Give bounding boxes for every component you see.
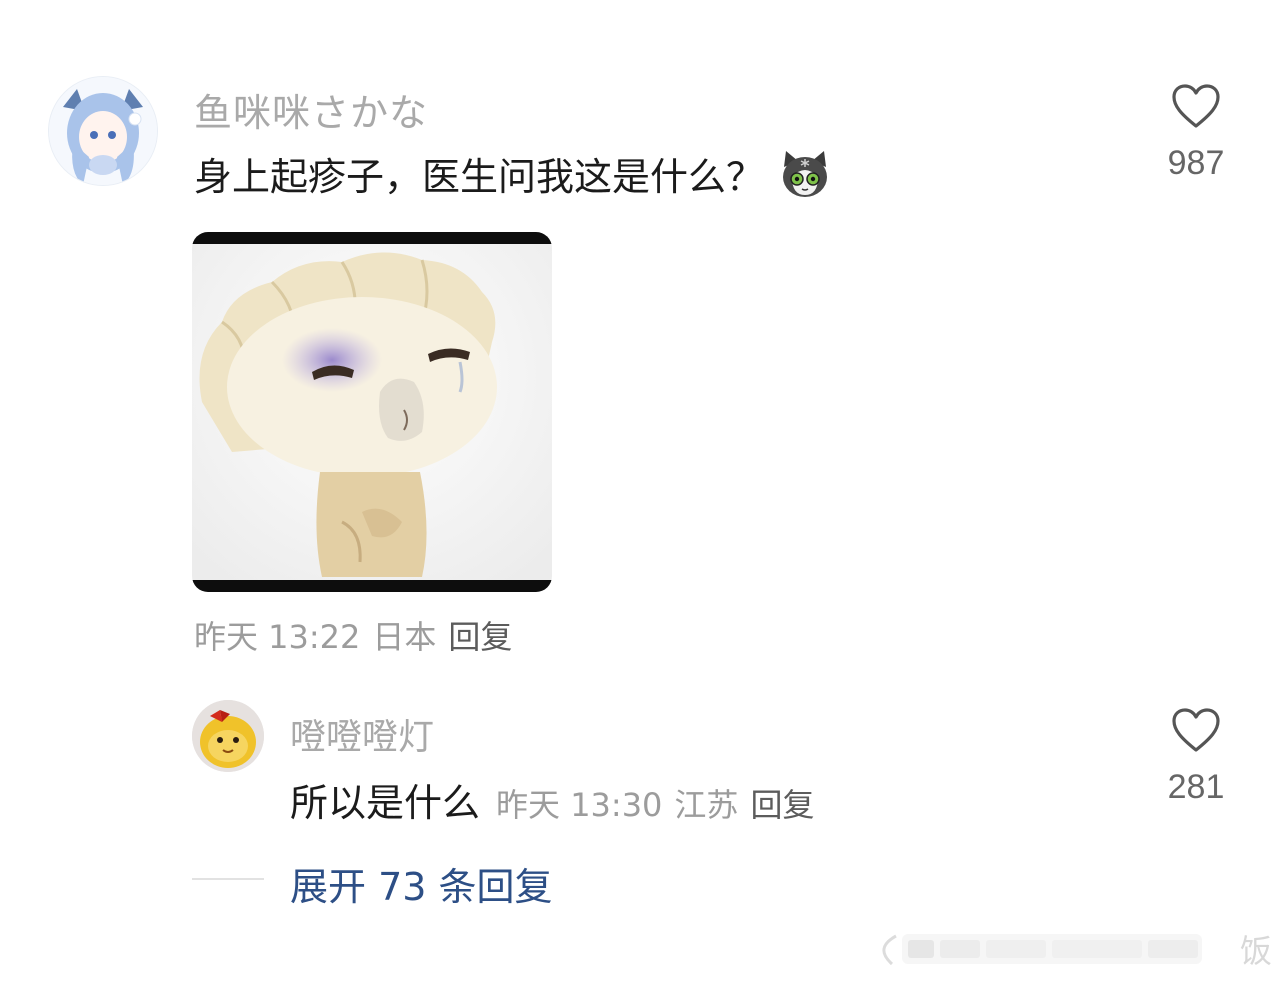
watermark-text: 饭 — [1239, 932, 1272, 970]
comment-image[interactable] — [192, 232, 552, 592]
like-count: 987 — [1167, 144, 1225, 182]
reply-user-avatar[interactable] — [192, 700, 264, 772]
comment-body: 身上起疹子，医生问我这是什么？ — [194, 146, 832, 201]
dumpling-meme-image — [192, 232, 552, 592]
reply-body: 所以是什么 昨天 13:30 江苏 回复 — [290, 772, 826, 827]
comment-location: 日本 — [372, 618, 437, 656]
user-avatar[interactable] — [48, 76, 158, 186]
heart-icon — [1172, 708, 1220, 752]
comment-username[interactable]: 鱼咪咪さかな — [194, 82, 428, 137]
comment-time: 昨天 13:22 — [194, 618, 361, 656]
expand-divider — [192, 878, 264, 880]
plush-toy-avatar-icon — [192, 700, 264, 772]
heart-icon — [1172, 84, 1220, 128]
expand-replies-button[interactable]: 展开 73 条回复 — [290, 856, 553, 911]
like-button[interactable]: 987 — [1156, 84, 1236, 183]
comment-thread: 鱼咪咪さかな 身上起疹子，医生问我这是什么？ 987 昨天 13:22 日本 回… — [0, 0, 1284, 981]
comment-meta: 昨天 13:22 日本 回复 — [194, 612, 524, 658]
cat-emoji-icon — [783, 150, 828, 197]
reply-meta: 昨天 13:30 江苏 回复 — [496, 780, 826, 826]
reply-time: 昨天 13:30 — [496, 786, 663, 824]
watermark-logo-icon — [882, 934, 1202, 966]
comment-text: 身上起疹子，医生问我这是什么？ — [194, 155, 765, 199]
anime-girl-avatar-icon — [49, 77, 157, 185]
reply-username[interactable]: 噔噔噔灯 — [290, 708, 434, 760]
reply-button[interactable]: 回复 — [448, 618, 512, 656]
reply-like-count: 281 — [1167, 768, 1225, 806]
reply-like-button[interactable]: 281 — [1156, 708, 1236, 807]
reply-text: 所以是什么 — [290, 781, 481, 825]
reply-location: 江苏 — [674, 786, 739, 824]
reply-reply-button[interactable]: 回复 — [750, 786, 814, 824]
